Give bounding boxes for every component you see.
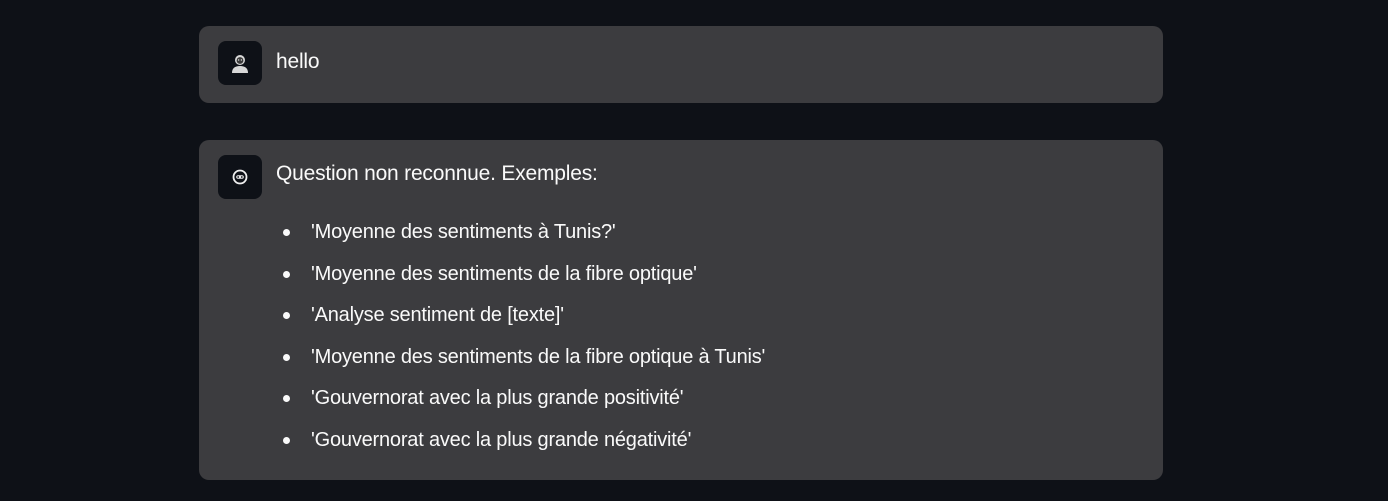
bullet-icon xyxy=(283,270,290,278)
user-avatar xyxy=(218,41,262,85)
bullet-icon xyxy=(283,312,290,320)
example-text: 'Analyse sentiment de [texte]' xyxy=(311,304,564,327)
example-text: 'Gouvernorat avec la plus grande négativ… xyxy=(311,428,692,451)
bullet-icon xyxy=(283,436,290,444)
user-chat-message: hello xyxy=(199,26,1163,103)
list-item: 'Moyenne des sentiments à Tunis?' xyxy=(283,218,765,260)
assistant-message-text: Question non reconnue. Exemples: xyxy=(276,162,598,185)
list-item: 'Analyse sentiment de [texte]' xyxy=(283,301,765,343)
list-item: 'Gouvernorat avec la plus grande positiv… xyxy=(283,384,765,426)
list-item: 'Gouvernorat avec la plus grande négativ… xyxy=(283,426,765,468)
example-text: 'Moyenne des sentiments de la fibre opti… xyxy=(311,345,766,368)
assistant-avatar xyxy=(218,155,262,199)
list-item: 'Moyenne des sentiments de la fibre opti… xyxy=(283,343,765,385)
assistant-chat-message: Question non reconnue. Exemples: 'Moyenn… xyxy=(199,140,1163,480)
examples-list: 'Moyenne des sentiments à Tunis?' 'Moyen… xyxy=(283,218,765,468)
example-text: 'Moyenne des sentiments à Tunis?' xyxy=(311,221,616,243)
bullet-icon xyxy=(283,229,290,236)
user-icon xyxy=(232,55,248,73)
bullet-icon xyxy=(283,353,290,361)
example-text: 'Moyenne des sentiments de la fibre opti… xyxy=(311,262,697,285)
user-message-text: hello xyxy=(276,50,320,73)
bullet-icon xyxy=(283,395,290,403)
example-text: 'Gouvernorat avec la plus grande positiv… xyxy=(311,387,684,410)
list-item: 'Moyenne des sentiments de la fibre opti… xyxy=(283,260,765,302)
bot-icon xyxy=(232,169,248,185)
